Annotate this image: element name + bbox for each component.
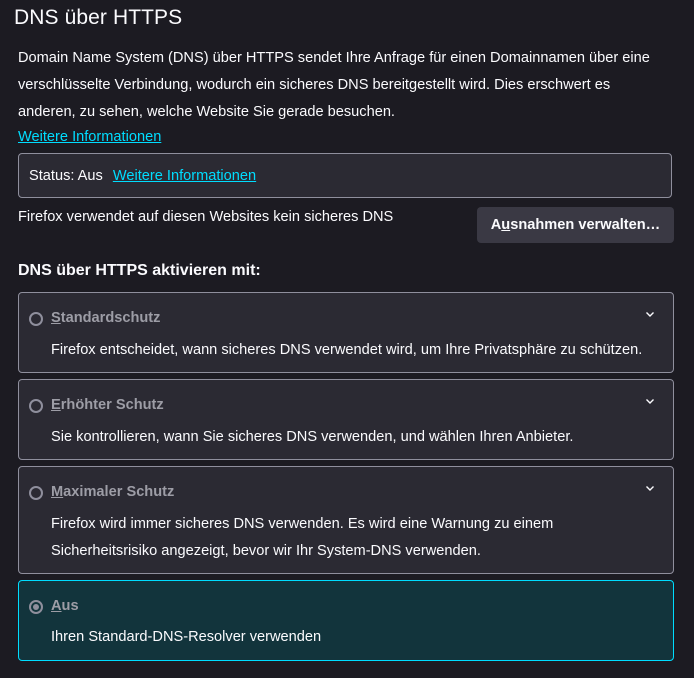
section-heading: DNS über HTTPS aktivieren mit: [18, 262, 261, 279]
status-more-info-link[interactable]: Weitere Informationen [113, 168, 256, 184]
manage-exceptions-label-mnemonic: u [501, 217, 511, 233]
radio-icon[interactable] [29, 600, 43, 614]
option-label: Aus [51, 598, 79, 614]
option-description: Firefox entscheidet, wann sicheres DNS v… [51, 342, 643, 358]
status-box: Status: Aus Weitere Informationen [18, 153, 672, 198]
manage-exceptions-button[interactable]: Au snahmen verwalten… [477, 207, 674, 243]
option-label: Standardschutz [51, 310, 160, 326]
intro-description: Domain Name System (DNS) über HTTPS send… [18, 50, 650, 120]
option-label-rest: tandardschutz [60, 310, 161, 326]
option-label-rest: us [61, 598, 79, 614]
option-description: Ihren Standard-DNS-Resolver verwenden [51, 629, 322, 645]
page-title: DNS über HTTPS [14, 6, 183, 29]
radio-icon[interactable] [29, 399, 43, 413]
chevron-down-icon[interactable] [645, 309, 655, 319]
option-increased-protection[interactable]: Erhöhter Schutz Sie kontrollieren, wann … [18, 379, 674, 460]
option-standard-protection[interactable]: Standardschutz Firefox entscheidet, wann… [18, 292, 674, 373]
option-label-mnemonic: E [51, 397, 61, 413]
option-label-mnemonic: S [51, 310, 61, 326]
status-text: Status: Aus [29, 167, 103, 184]
chevron-down-icon[interactable] [645, 483, 655, 493]
option-max-protection[interactable]: Maximaler Schutz Firefox wird immer sich… [18, 466, 674, 574]
manage-exceptions-label-post: snahmen verwalten… [510, 217, 661, 233]
intro-more-info-link[interactable]: Weitere Informationen [18, 126, 161, 148]
manage-exceptions-label-pre: A [490, 217, 502, 233]
option-off[interactable]: Aus Ihren Standard-DNS-Resolver verwende… [18, 580, 674, 661]
option-label-rest: rhöhter Schutz [60, 397, 164, 413]
option-label: Erhöhter Schutz [51, 397, 164, 413]
option-label: Maximaler Schutz [51, 484, 174, 500]
option-description: Sie kontrollieren, wann Sie sicheres DNS… [51, 429, 574, 445]
radio-icon[interactable] [29, 312, 43, 326]
option-label-rest: aximaler Schutz [63, 484, 175, 500]
radio-icon[interactable] [29, 486, 43, 500]
option-description: Firefox wird immer sicheres DNS verwende… [51, 516, 554, 559]
exceptions-text: Firefox verwendet auf diesen Websites ke… [18, 209, 394, 225]
dns-over-https-panel: DNS über HTTPS Domain Name System (DNS) … [0, 0, 694, 678]
option-label-mnemonic: A [51, 598, 62, 614]
option-label-mnemonic: M [51, 484, 64, 500]
chevron-down-icon[interactable] [645, 396, 655, 406]
